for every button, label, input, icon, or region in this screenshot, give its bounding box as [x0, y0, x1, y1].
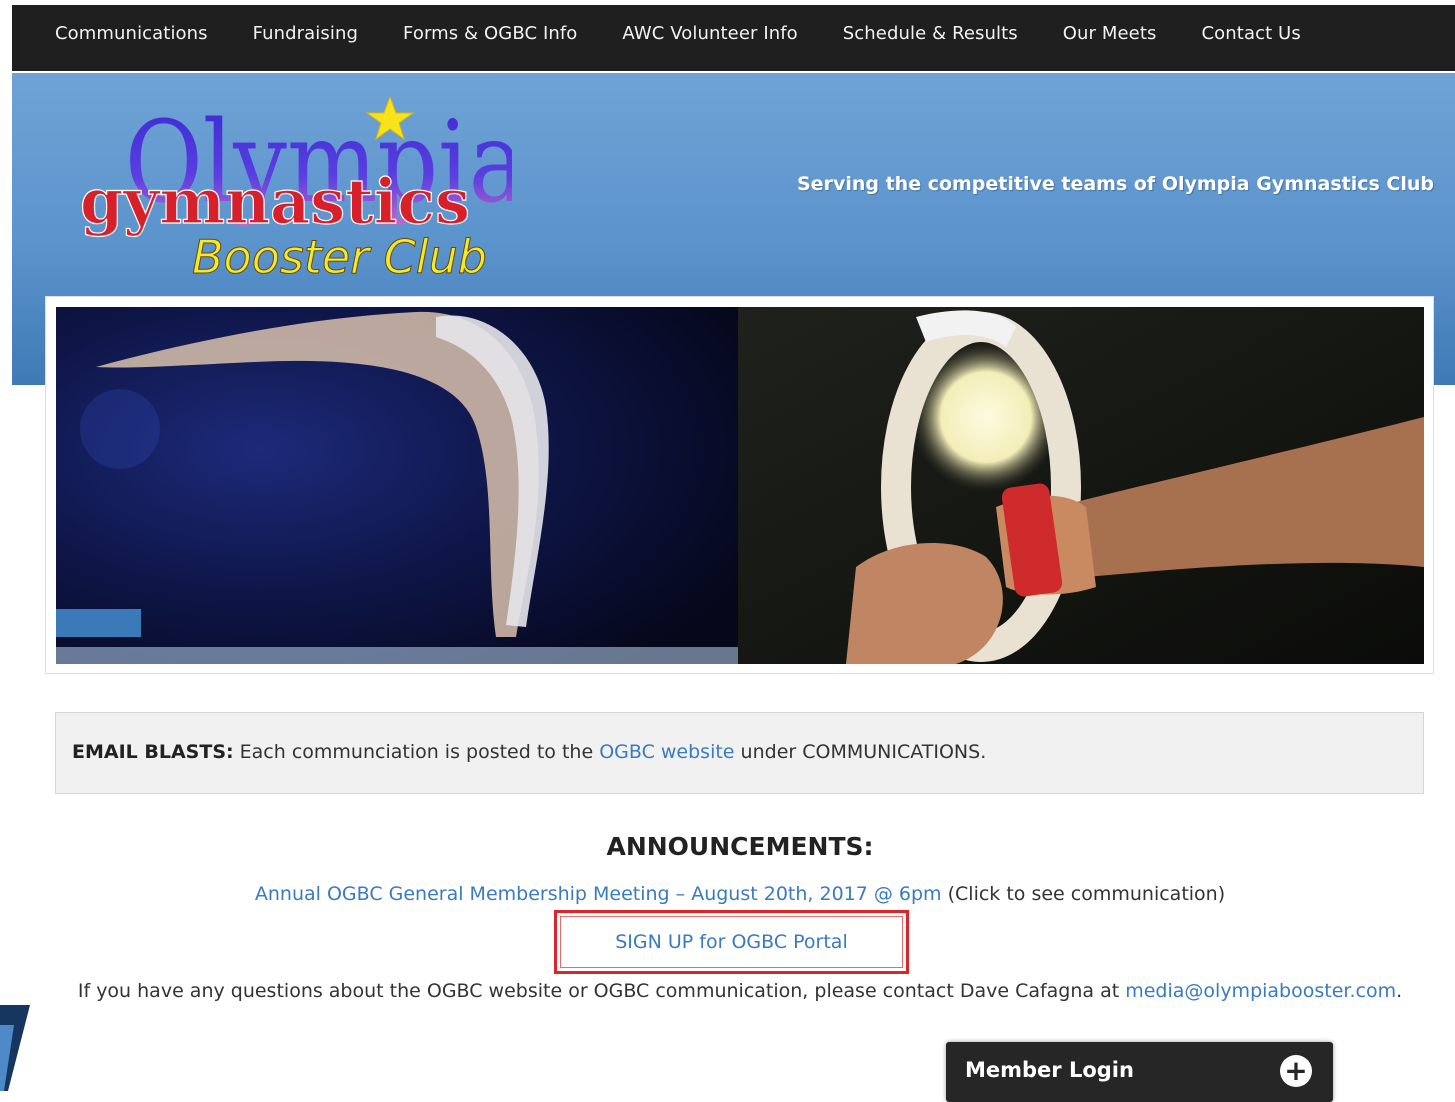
email-blasts-label: EMAIL BLASTS: [72, 741, 234, 763]
nav-menu: Communications Fundraising Forms & OGBC … [55, 5, 1346, 71]
logo-booster-club-text: Booster Club [192, 230, 487, 284]
top-navigation-bar: Communications Fundraising Forms & OGBC … [12, 5, 1455, 71]
email-blasts-text-after: under COMMUNICATIONS. [740, 741, 987, 763]
hero-banner [45, 296, 1434, 674]
nav-item-our-meets[interactable]: Our Meets [1063, 5, 1157, 71]
email-blasts-notice: EMAIL BLASTS: Each communciation is post… [55, 712, 1424, 794]
member-login-panel[interactable]: Member Login + [946, 1042, 1333, 1102]
nav-item-contact-us[interactable]: Contact Us [1202, 5, 1301, 71]
nav-item-fundraising[interactable]: Fundraising [253, 5, 358, 71]
email-blasts-text-before: Each communciation is posted to the [239, 741, 594, 763]
nav-item-awc-volunteer-info[interactable]: AWC Volunteer Info [622, 5, 797, 71]
nav-item-schedule-results[interactable]: Schedule & Results [843, 5, 1018, 71]
contact-info: If you have any questions about the OGBC… [0, 980, 1455, 1002]
ogbc-website-link[interactable]: OGBC website [599, 741, 734, 763]
nav-item-communications[interactable]: Communications [55, 5, 208, 71]
meeting-announcement: Annual OGBC General Membership Meeting –… [0, 883, 1455, 905]
media-email-link[interactable]: media@olympiabooster.com [1125, 980, 1396, 1002]
member-login-label: Member Login [965, 1058, 1134, 1082]
membership-meeting-link[interactable]: Annual OGBC General Membership Meeting –… [255, 883, 942, 905]
contact-end: . [1396, 980, 1403, 1002]
plus-circle-icon[interactable]: + [1280, 1055, 1312, 1087]
corner-accent [0, 995, 40, 1091]
gymnastics-hero-image [56, 307, 1424, 664]
meeting-note: (Click to see communication) [947, 883, 1226, 905]
email-blasts-text: EMAIL BLASTS: Each communciation is post… [72, 741, 986, 763]
signup-box-inner: SIGN UP for OGBC Portal [560, 916, 903, 968]
logo-gymnastics-text: gymnastics [80, 165, 470, 238]
signup-highlight-box: SIGN UP for OGBC Portal [554, 910, 909, 974]
olympia-booster-logo[interactable]: Olympia gymnastics Booster Club [72, 83, 512, 293]
announcements-heading: ANNOUNCEMENTS: [606, 832, 874, 861]
contact-text: If you have any questions about the OGBC… [77, 980, 1120, 1002]
signup-ogbc-portal-link[interactable]: SIGN UP for OGBC Portal [615, 931, 847, 953]
site-tagline: Serving the competitive teams of Olympia… [797, 173, 1435, 195]
nav-item-forms-ogbc-info[interactable]: Forms & OGBC Info [403, 5, 577, 71]
